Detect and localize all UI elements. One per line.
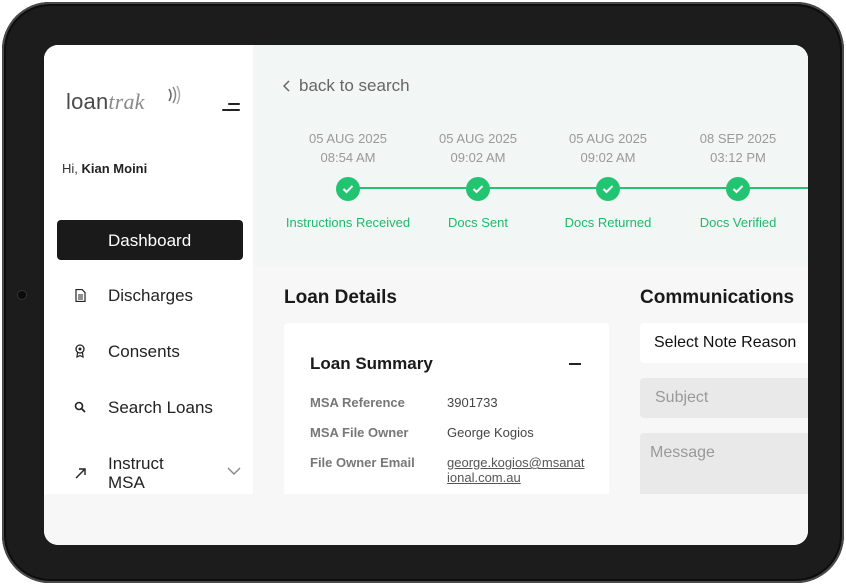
subject-placeholder: Subject (655, 389, 709, 406)
camera-dot (18, 291, 26, 299)
sidebar-item-consents[interactable]: Consents (57, 331, 243, 371)
sidebar-item-label: Dashboard (108, 230, 192, 250)
chevron-down-icon[interactable] (227, 466, 241, 476)
timeline-step: 08 SEP 2025 03:12 PM Docs Verified (673, 129, 803, 230)
step-label: Docs Verified (699, 215, 777, 230)
back-label: back to search (299, 76, 410, 95)
step-date: 05 AUG 2025 (438, 131, 518, 146)
chevron-left-icon (283, 80, 290, 92)
sidebar-item-instruct-msa[interactable]: Instruct MSA (57, 452, 243, 496)
sidebar-item-label: Instruct MSA (108, 454, 164, 492)
msa-file-owner-value: George Kogios (447, 425, 534, 440)
sidebar-item-label: Consents (108, 341, 180, 361)
sidebar-item-discharges[interactable]: Discharges (57, 275, 243, 315)
menu-line-top (228, 103, 240, 105)
screen-bottom-area (44, 494, 808, 545)
back-to-search-link[interactable]: back to search (283, 76, 410, 96)
step-date: 05 AUG 2025 (308, 131, 388, 146)
msa-file-owner-label: MSA File Owner (310, 425, 409, 440)
step-date: 08 SEP 2025 (699, 131, 777, 146)
step-label: Docs Sent (448, 215, 508, 230)
msa-reference-label: MSA Reference (310, 395, 405, 410)
file-owner-email-link[interactable]: george.kogios@msanational.com.au (447, 455, 587, 485)
badge-icon (73, 344, 87, 358)
loan-summary-title: Loan Summary (310, 354, 433, 373)
logo-text-italic: trak (108, 89, 145, 114)
status-timeline: back to search 05 AUG 2025 08:54 AM Inst… (253, 45, 808, 265)
check-circle-icon (336, 177, 360, 201)
check-circle-icon (596, 177, 620, 201)
step-time: 03:12 PM (710, 150, 766, 165)
step-time: 08:54 AM (320, 150, 376, 165)
step-time: 09:02 AM (580, 150, 636, 165)
main-content: back to search 05 AUG 2025 08:54 AM Inst… (253, 45, 808, 523)
step-date: 05 AUG 2025 (568, 131, 648, 146)
step-label: Docs Returned (564, 215, 652, 230)
document-icon (73, 288, 87, 302)
logo-text-plain: loan (66, 89, 109, 114)
file-owner-email-label: File Owner Email (310, 455, 415, 470)
search-icon (73, 400, 87, 414)
sidebar-item-dashboard[interactable]: Dashboard (57, 220, 243, 260)
timeline-step: 05 AUG 2025 09:02 AM Docs Sent (413, 129, 543, 230)
msa-reference-value: 3901733 (447, 395, 498, 410)
user-greeting: Hi, Kian Moini (62, 161, 147, 176)
sidebar-item-label: Search Loans (108, 397, 213, 417)
app-screen: loantrak Hi, Kian Moini Dashboard Discha… (44, 45, 808, 545)
tablet-frame: loantrak Hi, Kian Moini Dashboard Discha… (2, 2, 844, 583)
subject-input[interactable]: Subject (640, 378, 808, 418)
note-reason-value: Select Note Reason (654, 334, 797, 351)
sidebar-item-search-loans[interactable]: Search Loans (57, 387, 243, 427)
arrow-up-right-icon (73, 466, 87, 480)
sidebar-item-label: Discharges (108, 285, 194, 305)
check-circle-icon (726, 177, 750, 201)
greeting-prefix: Hi, (62, 161, 78, 176)
check-circle-icon (466, 177, 490, 201)
menu-line-bottom (222, 109, 240, 111)
loan-summary-card: Loan Summary MSA Reference 3901733 MSA F… (284, 323, 609, 523)
collapse-minus-icon[interactable] (569, 363, 581, 365)
step-label: Instructions Received (285, 215, 411, 230)
timeline-step: 05 AUG 2025 08:54 AM Instructions Receiv… (283, 129, 413, 230)
timeline-step: 05 AUG 2025 09:02 AM Docs Returned (543, 129, 673, 230)
brand-logo: loantrak (66, 89, 145, 115)
signal-waves-icon (168, 85, 181, 105)
communications-heading: Communications (640, 287, 795, 308)
menu-toggle-button[interactable] (220, 101, 240, 113)
sidebar: loantrak Hi, Kian Moini Dashboard Discha… (44, 45, 253, 494)
note-reason-select[interactable]: Select Note Reason (640, 323, 808, 363)
user-name: Kian Moini (81, 161, 148, 176)
step-time: 09:02 AM (450, 150, 506, 165)
loan-details-heading: Loan Details (284, 287, 397, 308)
message-placeholder: Message (650, 444, 715, 461)
